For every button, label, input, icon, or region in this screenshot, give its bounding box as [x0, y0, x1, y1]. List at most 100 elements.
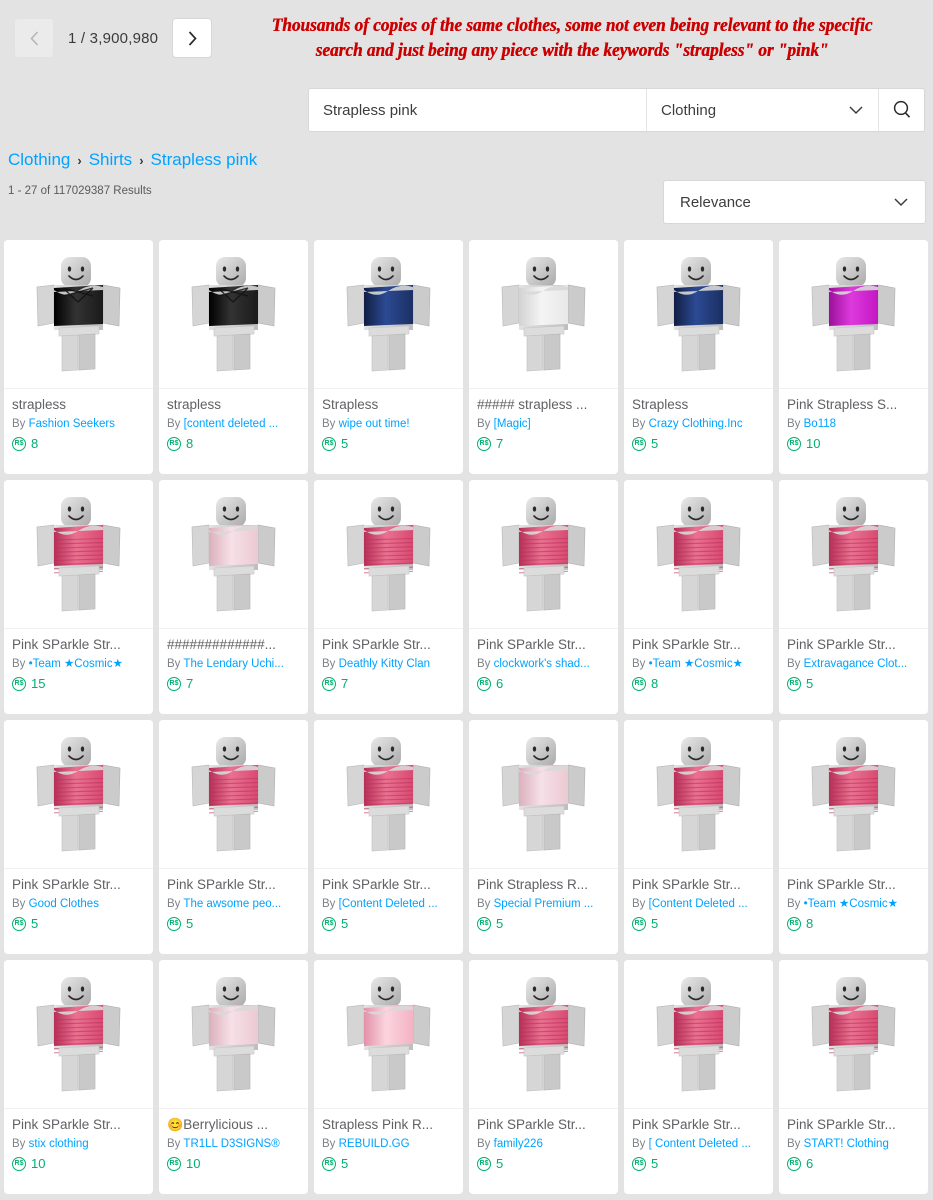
item-title[interactable]: Pink Strapless S... [787, 396, 920, 413]
item-card[interactable]: strapless By [content deleted ... R$ 8 [159, 240, 308, 474]
next-page-button[interactable] [172, 18, 213, 58]
item-title[interactable]: Pink SParkle Str... [322, 636, 455, 653]
breadcrumb-item-shirts[interactable]: Shirts [89, 150, 132, 170]
item-creator[interactable]: Extravagance Clot... [804, 658, 908, 670]
item-thumbnail[interactable] [624, 960, 773, 1109]
item-title[interactable]: Pink SParkle Str... [632, 876, 765, 893]
item-title[interactable]: Pink SParkle Str... [167, 876, 300, 893]
item-title[interactable]: Pink SParkle Str... [12, 636, 145, 653]
item-title[interactable]: Pink SParkle Str... [322, 876, 455, 893]
item-card[interactable]: #############... By The Lendary Uchi... R$… [159, 480, 308, 714]
item-thumbnail[interactable] [4, 720, 153, 869]
search-category-select[interactable]: Clothing [646, 89, 878, 131]
item-card[interactable]: Pink SParkle Str... By •Team ★Cosmic★ R$ 8 [624, 480, 773, 714]
item-title[interactable]: 😊Berrylicious ... [167, 1116, 300, 1133]
search-input[interactable] [309, 89, 646, 131]
item-title[interactable]: Pink SParkle Str... [632, 1116, 765, 1133]
item-thumbnail[interactable] [4, 960, 153, 1109]
item-card[interactable]: Pink SParkle Str... By •Team ★Cosmic★ R$ 8 [779, 720, 928, 954]
item-card[interactable]: strapless By Fashion Seekers R$ 8 [4, 240, 153, 474]
item-thumbnail[interactable] [779, 960, 928, 1109]
item-card[interactable]: Strapless By Crazy Clothing.Inc R$ 5 [624, 240, 773, 474]
item-thumbnail[interactable] [469, 240, 618, 389]
item-thumbnail[interactable] [314, 240, 463, 389]
item-title[interactable]: Pink SParkle Str... [787, 636, 920, 653]
item-thumbnail[interactable] [779, 240, 928, 389]
item-creator[interactable]: [Content Deleted ... [339, 898, 438, 910]
item-creator[interactable]: wipe out time! [339, 418, 410, 430]
item-thumbnail[interactable] [469, 720, 618, 869]
item-title[interactable]: strapless [167, 396, 300, 413]
item-creator[interactable]: [Magic] [494, 418, 531, 430]
item-card[interactable]: Pink SParkle Str... By stix clothing R$ 10 [4, 960, 153, 1194]
item-card[interactable]: Pink SParkle Str... By The awsome peo... R… [159, 720, 308, 954]
item-card[interactable]: Pink SParkle Str... By clockwork's shad..… [469, 480, 618, 714]
item-creator[interactable]: [content deleted ... [184, 418, 279, 430]
item-thumbnail[interactable] [624, 240, 773, 389]
item-thumbnail[interactable] [314, 960, 463, 1109]
item-creator[interactable]: The awsome peo... [183, 898, 281, 910]
prev-page-button[interactable] [14, 18, 54, 58]
sort-dropdown[interactable]: Relevance [663, 180, 926, 224]
item-card[interactable]: Pink SParkle Str... By Deathly Kitty Clan… [314, 480, 463, 714]
search-submit-button[interactable] [878, 89, 924, 131]
item-card[interactable]: 😊Berrylicious ... By TR1LL D3SIGNS® R$ 10 [159, 960, 308, 1194]
item-creator[interactable]: [Content Deleted ... [649, 898, 748, 910]
item-creator[interactable]: Crazy Clothing.Inc [649, 418, 743, 430]
item-title[interactable]: Strapless [322, 396, 455, 413]
item-creator[interactable]: Fashion Seekers [29, 418, 115, 430]
item-creator[interactable]: START! Clothing [804, 1138, 889, 1150]
item-title[interactable]: #############... [167, 636, 300, 653]
item-card[interactable]: Strapless Pink R... By REBUILD.GG R$ 5 [314, 960, 463, 1194]
item-title[interactable]: Pink SParkle Str... [12, 876, 145, 893]
item-card[interactable]: Pink Strapless R... By Special Premium ..… [469, 720, 618, 954]
item-creator[interactable]: Bo118 [804, 418, 836, 430]
item-title[interactable]: strapless [12, 396, 145, 413]
item-thumbnail[interactable] [159, 480, 308, 629]
item-title[interactable]: Pink SParkle Str... [12, 1116, 145, 1133]
item-title[interactable]: ##### strapless ... [477, 396, 610, 413]
item-thumbnail[interactable] [779, 480, 928, 629]
item-creator[interactable]: •Team ★Cosmic★ [649, 658, 743, 670]
item-card[interactable]: Pink SParkle Str... By family226 R$ 5 [469, 960, 618, 1194]
item-card[interactable]: Pink SParkle Str... By [Content Deleted .… [314, 720, 463, 954]
item-title[interactable]: Pink SParkle Str... [477, 636, 610, 653]
item-creator[interactable]: stix clothing [29, 1138, 89, 1150]
item-thumbnail[interactable] [159, 960, 308, 1109]
item-title[interactable]: Pink SParkle Str... [787, 1116, 920, 1133]
item-card[interactable]: Pink SParkle Str... By Extravagance Clot.… [779, 480, 928, 714]
item-title[interactable]: Strapless [632, 396, 765, 413]
item-thumbnail[interactable] [4, 240, 153, 389]
item-creator[interactable]: Good Clothes [29, 898, 99, 910]
item-creator[interactable]: •Team ★Cosmic★ [804, 898, 898, 910]
item-thumbnail[interactable] [469, 480, 618, 629]
item-creator[interactable]: family226 [494, 1138, 543, 1150]
item-thumbnail[interactable] [624, 480, 773, 629]
item-thumbnail[interactable] [159, 240, 308, 389]
item-thumbnail[interactable] [4, 480, 153, 629]
breadcrumb-item-query[interactable]: Strapless pink [151, 150, 258, 170]
item-creator[interactable]: The Lendary Uchi... [183, 658, 283, 670]
item-title[interactable]: Strapless Pink R... [322, 1116, 455, 1133]
item-title[interactable]: Pink Strapless R... [477, 876, 610, 893]
item-creator[interactable]: REBUILD.GG [339, 1138, 410, 1150]
item-card[interactable]: Pink SParkle Str... By [ Content Deleted … [624, 960, 773, 1194]
item-card[interactable]: Pink SParkle Str... By Good Clothes R$ 5 [4, 720, 153, 954]
item-title[interactable]: Pink SParkle Str... [477, 1116, 610, 1133]
item-creator[interactable]: [ Content Deleted ... [649, 1138, 751, 1150]
item-creator[interactable]: Special Premium ... [494, 898, 594, 910]
item-card[interactable]: Pink SParkle Str... By •Team ★Cosmic★ R$ 15 [4, 480, 153, 714]
item-thumbnail[interactable] [314, 720, 463, 869]
item-thumbnail[interactable] [159, 720, 308, 869]
item-thumbnail[interactable] [624, 720, 773, 869]
item-thumbnail[interactable] [469, 960, 618, 1109]
item-creator[interactable]: clockwork's shad... [494, 658, 590, 670]
item-title[interactable]: Pink SParkle Str... [787, 876, 920, 893]
item-thumbnail[interactable] [314, 480, 463, 629]
item-thumbnail[interactable] [779, 720, 928, 869]
item-card[interactable]: ##### strapless ... By [Magic] R$ 7 [469, 240, 618, 474]
item-card[interactable]: Pink SParkle Str... By [Content Deleted .… [624, 720, 773, 954]
item-title[interactable]: Pink SParkle Str... [632, 636, 765, 653]
item-card[interactable]: Pink SParkle Str... By START! Clothing R$ 6 [779, 960, 928, 1194]
item-card[interactable]: Pink Strapless S... By Bo118 R$ 10 [779, 240, 928, 474]
